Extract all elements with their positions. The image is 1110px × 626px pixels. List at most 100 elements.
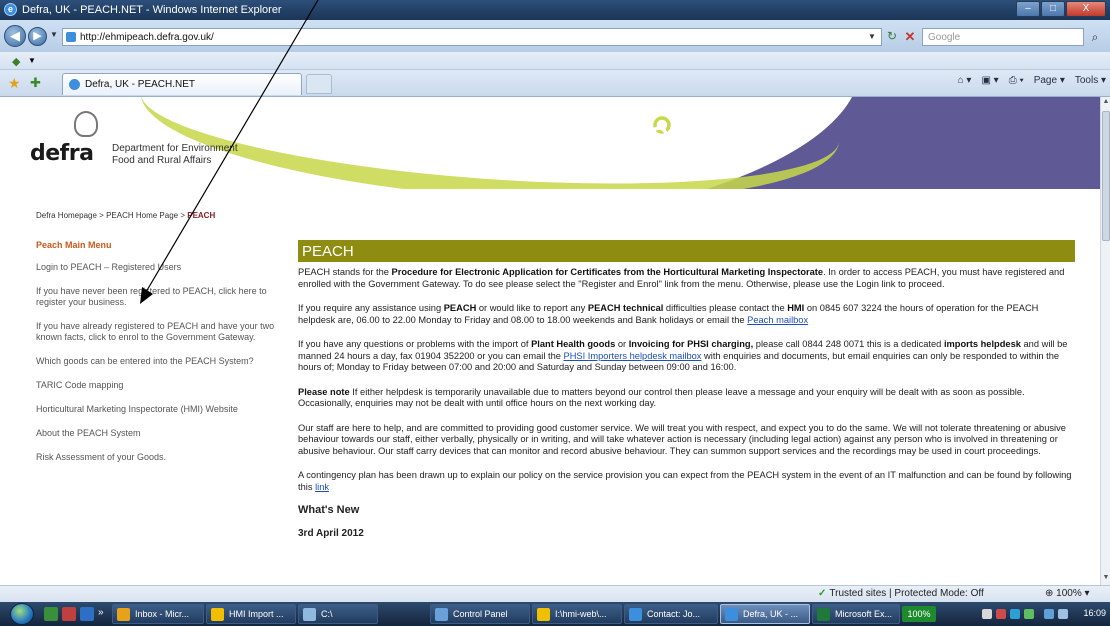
quicklaunch-desktop-icon[interactable] (44, 607, 58, 621)
page-viewport: defra Department for Environment Food an… (0, 97, 1100, 585)
defra-department-name: Department for Environment Food and Rura… (112, 143, 238, 166)
tray-status-icon[interactable] (1024, 609, 1034, 619)
ie-icon: e (4, 3, 17, 16)
peach-mailbox-link[interactable]: Peach mailbox (747, 315, 808, 325)
back-button[interactable]: ◀ (4, 25, 26, 47)
start-button[interactable] (10, 603, 34, 625)
breadcrumb-defra-home[interactable]: Defra Homepage (36, 211, 97, 220)
contingency-link[interactable]: link (315, 482, 329, 492)
taskbar-excel[interactable]: Microsoft Ex... (812, 604, 900, 624)
clock[interactable]: 16:09 (1083, 608, 1106, 618)
taskbar-defra-ie[interactable]: Defra, UK - ... (720, 604, 810, 624)
taskbar-hmi-web[interactable]: I:\hmi-web\... (532, 604, 622, 624)
quicklaunch-app-icon[interactable] (62, 607, 76, 621)
contingency-paragraph: A contingency plan has been drawn up to … (298, 470, 1072, 492)
defra-logo[interactable]: defra Department for Environment Food an… (30, 109, 260, 179)
page-menu[interactable]: Page ▾ (1034, 75, 1065, 86)
new-tab-button[interactable] (306, 74, 332, 94)
business-link-line2: Link (652, 162, 674, 173)
note-paragraph: Please note If either helpdesk is tempor… (298, 386, 1025, 409)
maximize-button[interactable]: □ (1041, 1, 1065, 17)
window-titlebar: e Defra, UK - PEACH.NET - Windows Intern… (0, 0, 1110, 20)
main-content: PEACH PEACH stands for the Procedure for… (298, 240, 1075, 539)
links-dropdown[interactable]: ▼ (28, 56, 36, 65)
trusted-check-icon: ✓ (818, 588, 827, 599)
taskbar-control-panel[interactable]: Control Panel (430, 604, 530, 624)
search-icon[interactable]: ⌕ (1086, 28, 1104, 46)
business-link-line1: Business (640, 151, 686, 162)
stop-icon[interactable]: ✕ (902, 29, 918, 45)
page-icon (66, 32, 76, 42)
scroll-up-icon[interactable]: ▲ (1102, 98, 1110, 108)
minimize-button[interactable]: – (1016, 1, 1040, 17)
tab-bar: ★ ✚ Defra, UK - PEACH.NET ⌂ ▾ ▣ ▾ ⎙ ▾ Pa… (0, 70, 1110, 97)
add-favorite-icon[interactable]: ◆ (12, 55, 20, 68)
status-bar: ✓ Trusted sites | Protected Mode: Off ⊕ 1… (0, 585, 1110, 602)
breadcrumb: Defra Homepage > PEACH Home Page > PEACH (36, 211, 216, 220)
links-bar: ◆ ▼ (0, 52, 1110, 70)
vertical-scrollbar[interactable]: ▲ ▼ (1100, 97, 1110, 585)
whats-new-heading: What's New (298, 504, 360, 516)
breadcrumb-peach-home[interactable]: PEACH Home Page (106, 211, 178, 220)
tab-defra-peach[interactable]: Defra, UK - PEACH.NET (62, 73, 302, 95)
quicklaunch-more-icon[interactable]: » (98, 607, 112, 621)
scroll-thumb[interactable] (1102, 111, 1110, 241)
menu-login[interactable]: Login to PEACH – Registered Users (36, 262, 296, 273)
tray-sync-icon[interactable] (1010, 609, 1020, 619)
quicklaunch-ie-icon[interactable] (80, 607, 94, 621)
site-banner: defra Department for Environment Food an… (0, 97, 1100, 189)
tray-volume-icon[interactable] (1058, 609, 1068, 619)
page-content: Defra Homepage > PEACH Home Page > PEACH… (0, 189, 1100, 585)
page-heading: PEACH (298, 240, 1075, 262)
zoom-level[interactable]: ⊕ 100% ▾ (1045, 588, 1090, 599)
imports-paragraph: If you have any questions or problems wi… (298, 339, 1068, 372)
taskbar-contact[interactable]: Contact: Jo... (624, 604, 718, 624)
window-title: Defra, UK - PEACH.NET - Windows Internet… (22, 4, 282, 16)
feeds-icon[interactable]: ▣ ▾ (981, 75, 998, 86)
address-input[interactable]: http://ehmipeach.defra.gov.uk/ (62, 28, 882, 46)
taskbar-outlook[interactable]: Inbox - Micr... (112, 604, 204, 624)
system-tray: 16:09 (978, 604, 1110, 624)
defra-emblem-icon (74, 111, 98, 137)
address-toolbar: ◀ ▶ ▼ http://ehmipeach.defra.gov.uk/ ▼ ↻… (0, 20, 1110, 52)
scroll-down-icon[interactable]: ▼ (1102, 574, 1110, 584)
menu-taric-mapping[interactable]: TARIC Code mapping (36, 380, 296, 391)
tray-display-icon[interactable] (1044, 609, 1054, 619)
menu-register[interactable]: If you have never been registered to PEA… (36, 286, 296, 308)
tab-label: Defra, UK - PEACH.NET (85, 79, 196, 90)
tray-security-icon[interactable] (996, 609, 1006, 619)
taskbar: » Inbox - Micr... HMI Import ... C:\ Con… (0, 602, 1110, 626)
security-zone[interactable]: ✓ Trusted sites | Protected Mode: Off (818, 588, 984, 599)
tools-menu[interactable]: Tools ▾ (1075, 75, 1106, 86)
favorites-star-icon[interactable]: ★ (8, 75, 21, 92)
menu-which-goods[interactable]: Which goods can be entered into the PEAC… (36, 356, 296, 367)
address-url: http://ehmipeach.defra.gov.uk/ (80, 32, 214, 43)
menu-hmi-website[interactable]: Horticultural Marketing Inspectorate (HM… (36, 404, 296, 415)
taskbar-zoom-indicator[interactable]: 100% (902, 606, 936, 622)
tab-ie-icon (69, 79, 80, 90)
business-link-logo[interactable]: Business Link (635, 115, 685, 179)
refresh-icon[interactable]: ↻ (884, 30, 900, 44)
forward-button[interactable]: ▶ (28, 27, 47, 46)
news-date: 3rd April 2012 (298, 528, 364, 539)
add-to-favorites-icon[interactable]: ✚ (30, 75, 41, 91)
menu-risk-assessment[interactable]: Risk Assessment of your Goods. (36, 452, 296, 463)
print-icon[interactable]: ⎙ ▾ (1009, 75, 1024, 86)
menu-enrol-gateway[interactable]: If you have already registered to PEACH … (36, 321, 296, 343)
tray-network-icon[interactable] (982, 609, 992, 619)
left-menu: Peach Main Menu Login to PEACH – Registe… (36, 240, 296, 476)
recent-pages-dropdown[interactable]: ▼ (50, 30, 58, 39)
search-input[interactable]: Google (922, 28, 1084, 46)
menu-header: Peach Main Menu (36, 240, 112, 250)
breadcrumb-current: PEACH (187, 211, 216, 220)
close-button[interactable]: X (1066, 1, 1106, 17)
taskbar-hmi-import[interactable]: HMI Import ... (206, 604, 296, 624)
business-link-rings-icon (650, 116, 671, 144)
intro-paragraph: PEACH stands for the Procedure for Elect… (298, 267, 1065, 289)
menu-about-peach[interactable]: About the PEACH System (36, 428, 296, 439)
address-dropdown[interactable]: ▼ (868, 32, 876, 41)
phsi-mailbox-link[interactable]: PHSI Importers helpdesk mailbox (564, 351, 702, 361)
taskbar-c-drive[interactable]: C:\ (298, 604, 378, 624)
home-icon[interactable]: ⌂ ▾ (958, 75, 972, 86)
helpdesk-paragraph: If you require any assistance using PEAC… (298, 303, 1039, 325)
